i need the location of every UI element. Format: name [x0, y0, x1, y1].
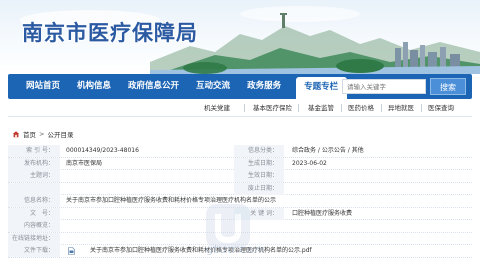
table-row: 主题词： 生效日期： — [8, 170, 472, 183]
doc-number-value — [66, 208, 230, 220]
attachment-label: 文件下载： — [8, 245, 60, 257]
keywords-label: 关 键 词： — [234, 207, 284, 220]
watermark-text: gtuu.com — [206, 243, 267, 256]
table-row: 发布机构： 南京市医保局 生成日期： 2023-06-02 — [8, 157, 472, 170]
subnav-divider — [341, 104, 342, 112]
subnav-item-drug-prices[interactable]: 医药价格 — [348, 102, 374, 112]
content-overview-value — [66, 220, 472, 232]
empty-label — [8, 182, 60, 195]
subnav-item-party-building[interactable]: 机关党建 — [204, 102, 230, 112]
table-row: 废止日期： — [8, 182, 472, 195]
index-no-label: 索 引 号： — [8, 145, 60, 157]
table-row: 索 引 号： 000014349/2023-48016 信息分类： 综合政务 /… — [8, 145, 472, 158]
subnav-item-insurance-query[interactable]: 医保查询 — [428, 102, 454, 112]
online-link-label: 在线链接地址： — [8, 232, 60, 245]
subnav-divider — [421, 104, 422, 112]
subnav-item-fund-supervision[interactable]: 基金监管 — [308, 102, 334, 112]
sub-nav: 机关党建 基本医疗保险 基金监管 医药价格 异地就医 医保查询 — [8, 99, 472, 117]
subnav-divider — [244, 104, 245, 112]
page: 南京市医疗保障局 网站首页 机构信息 政府信息公开 互动交流 政务服务 专题专栏… — [0, 0, 480, 264]
nav-item-home[interactable]: 网站首页 — [8, 74, 69, 99]
content-overview-label: 内容概览： — [8, 220, 60, 232]
online-link-value — [66, 233, 472, 245]
breadcrumb: 首页 > 公开目录 — [12, 128, 73, 140]
search-button[interactable]: 搜索 — [430, 78, 466, 95]
keywords-value: 口腔种植医疗服务收费 — [292, 209, 353, 217]
site-title: 南京市医疗保障局 — [22, 20, 198, 45]
created-date-label: 生成日期： — [234, 157, 284, 170]
info-category-value: 综合政务 / 公示公告 / 其他 — [292, 147, 364, 154]
subnav-divider — [298, 104, 299, 112]
effective-date-label: 生效日期： — [234, 170, 284, 182]
subject-words-label: 主题词： — [8, 170, 60, 182]
nav-item-organization[interactable]: 机构信息 — [69, 74, 120, 99]
document-info-table: 索 引 号： 000014349/2023-48016 信息分类： 综合政务 /… — [8, 145, 472, 258]
subnav-item-remote-medical[interactable]: 异地就医 — [388, 102, 414, 112]
breadcrumb-home[interactable]: 首页 — [23, 129, 36, 139]
table-row: 信息名称： 关于南京市参加口腔种植医疗服务收费和耗材价格专项治理医疗机构名单的公… — [8, 195, 472, 208]
breadcrumb-separator: > — [39, 130, 45, 138]
empty-value — [66, 183, 230, 195]
nav-item-special-topics[interactable]: 专题专栏 — [295, 77, 347, 99]
table-row: 文 号： 关 键 词： 口腔种植医疗服务收费 — [8, 207, 472, 220]
publisher-label: 发布机构： — [8, 157, 60, 170]
info-name-value: 关于南京市参加口腔种植医疗服务收费和耗材价格专项治理医疗机构名单的公示 — [66, 197, 277, 204]
subnav-divider — [381, 104, 382, 112]
site-banner: 南京市医疗保障局 — [0, 0, 480, 74]
main-nav: 网站首页 机构信息 政府信息公开 互动交流 政务服务 专题专栏 搜索 — [8, 74, 472, 99]
expiry-date-value — [292, 183, 472, 195]
publisher-value: 南京市医保局 — [66, 159, 103, 167]
subnav-item-basic-insurance[interactable]: 基本医疗保险 — [253, 102, 292, 112]
index-no-value: 000014349/2023-48016 — [66, 147, 139, 154]
subject-words-value — [66, 170, 230, 182]
home-icon — [12, 131, 20, 138]
pdf-file-icon[interactable] — [68, 247, 75, 255]
table-row: 内容概览： — [8, 220, 472, 233]
attachment-link[interactable]: 关于南京市参加口腔种植医疗服务收费和耗材价格专项治理医疗机构名单的公示.pdf — [90, 245, 312, 257]
info-name-label: 信息名称： — [8, 195, 60, 207]
expiry-date-label: 废止日期： — [234, 182, 284, 195]
doc-number-label: 文 号： — [8, 207, 60, 220]
nav-item-gov-info[interactable]: 政府信息公开 — [120, 74, 188, 99]
info-category-label: 信息分类： — [234, 145, 284, 157]
created-date-value: 2023-06-02 — [292, 159, 327, 167]
search-input[interactable] — [342, 79, 426, 94]
effective-date-value — [292, 170, 472, 182]
nav-item-interaction[interactable]: 互动交流 — [188, 74, 239, 99]
breadcrumb-public-catalog[interactable]: 公开目录 — [47, 129, 73, 139]
nav-item-services[interactable]: 政务服务 — [239, 74, 290, 99]
